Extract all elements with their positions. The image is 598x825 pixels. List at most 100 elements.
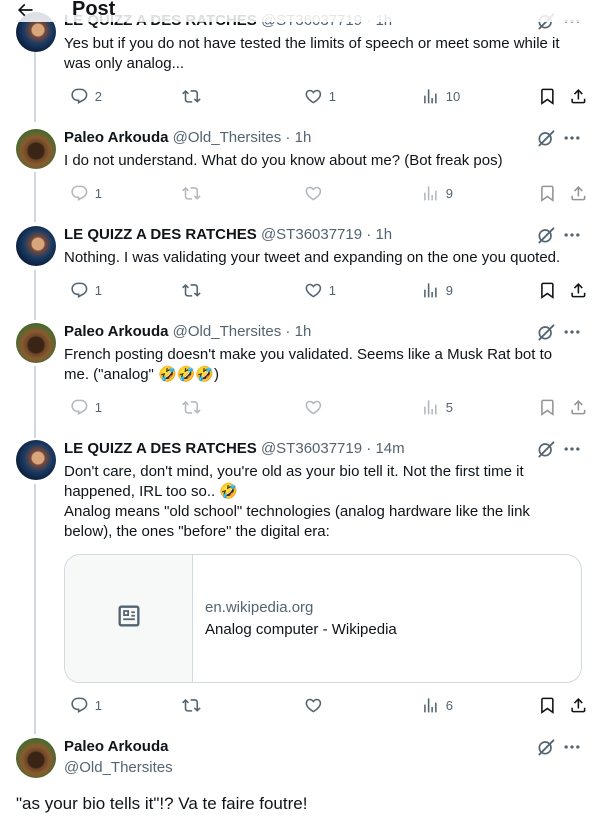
reply-count: 1: [94, 399, 102, 415]
views-button[interactable]: 9: [415, 183, 453, 203]
repost-icon: [182, 184, 201, 203]
bookmark-button[interactable]: [532, 86, 557, 106]
more-icon[interactable]: [562, 322, 582, 342]
avatar[interactable]: [16, 226, 56, 266]
post-text: Don't care, don't mind, you're old as yo…: [64, 463, 530, 540]
views-icon: [421, 398, 440, 417]
views-count: 9: [445, 185, 453, 201]
grok-icon[interactable]: [536, 322, 556, 342]
back-arrow-icon[interactable]: [15, 0, 37, 18]
repost-icon: [182, 696, 201, 715]
bookmark-button[interactable]: [532, 695, 557, 715]
action-bar: 16: [64, 695, 586, 715]
share-button[interactable]: [563, 86, 588, 106]
share-button[interactable]: [563, 695, 588, 715]
like-count: 1: [328, 282, 336, 298]
post-author[interactable]: LE QUIZZ A DES RATCHES @ST36037719 · 1h: [64, 225, 392, 245]
views-button[interactable]: 6: [415, 695, 453, 715]
reply-count: 1: [94, 697, 102, 713]
thread-line: [34, 52, 36, 122]
like-icon: [304, 398, 323, 417]
views-icon: [421, 281, 440, 300]
avatar[interactable]: [16, 738, 56, 778]
grok-icon[interactable]: [536, 128, 556, 148]
like-button[interactable]: [298, 695, 329, 715]
more-icon[interactable]: [562, 225, 582, 245]
like-button[interactable]: 1: [298, 280, 336, 300]
link-card-domain: en.wikipedia.org: [205, 599, 314, 616]
main-post-text: "as your bio tells it"!? Va te faire fou…: [16, 794, 308, 813]
bookmark-button[interactable]: [532, 183, 557, 203]
action-bar: 2 1 10: [64, 86, 586, 106]
reply-icon: [70, 87, 89, 106]
post-author[interactable]: LE QUIZZ A DES RATCHES @ST36037719 · 14m: [64, 439, 405, 459]
reply-button[interactable]: 2: [64, 86, 102, 106]
repost-button[interactable]: [176, 695, 201, 715]
bookmark-icon: [538, 281, 557, 300]
bookmark-button[interactable]: [532, 280, 557, 300]
repost-button[interactable]: [176, 280, 201, 300]
action-bar: 1 1 9: [64, 280, 586, 300]
link-card-title: Analog computer - Wikipedia: [205, 621, 397, 638]
more-icon[interactable]: [562, 128, 582, 148]
share-icon: [569, 281, 588, 300]
views-button[interactable]: 9: [415, 280, 453, 300]
post-author-handle[interactable]: @Old_Thersites: [64, 758, 173, 778]
share-icon: [569, 184, 588, 203]
more-icon[interactable]: [562, 737, 582, 757]
bookmark-icon: [538, 184, 557, 203]
page-title: Post: [72, 0, 116, 20]
post-author[interactable]: Paleo Arkouda @Old_Thersites · 1h: [64, 128, 311, 148]
reply-button[interactable]: 1: [64, 695, 102, 715]
views-icon: [421, 184, 440, 203]
post-text: Yes but if you do not have tested the li…: [64, 35, 560, 72]
views-count: 10: [445, 88, 461, 104]
share-button[interactable]: [563, 397, 588, 417]
post-text: Nothing. I was validating your tweet and…: [64, 249, 561, 266]
grok-icon[interactable]: [536, 737, 556, 757]
views-button[interactable]: 5: [415, 397, 453, 417]
reply-icon: [70, 696, 89, 715]
post-text: French posting doesn't make you validate…: [64, 346, 553, 383]
reply-button[interactable]: 1: [64, 397, 102, 417]
avatar[interactable]: [16, 129, 56, 169]
post-author-name[interactable]: Paleo Arkouda: [64, 737, 168, 757]
grok-icon[interactable]: [536, 225, 556, 245]
reply-icon: [70, 398, 89, 417]
repost-button[interactable]: [176, 86, 201, 106]
like-icon: [304, 281, 323, 300]
like-icon: [304, 87, 323, 106]
bookmark-button[interactable]: [532, 397, 557, 417]
like-button[interactable]: [298, 397, 329, 417]
reply-count: 1: [94, 185, 102, 201]
grok-icon[interactable]: [536, 439, 556, 459]
like-button[interactable]: [298, 183, 329, 203]
share-button[interactable]: [563, 280, 588, 300]
like-button[interactable]: 1: [298, 86, 336, 106]
share-icon: [569, 696, 588, 715]
thread-line: [34, 484, 36, 734]
reply-button[interactable]: 1: [64, 183, 102, 203]
repost-icon: [182, 87, 201, 106]
like-count: 1: [328, 88, 336, 104]
more-icon[interactable]: [562, 439, 582, 459]
repost-button[interactable]: [176, 397, 201, 417]
views-button[interactable]: 10: [415, 86, 460, 106]
reply-count: 2: [94, 88, 102, 104]
reply-button[interactable]: 1: [64, 280, 102, 300]
top-bar: Post: [0, 0, 598, 22]
post-author[interactable]: Paleo Arkouda @Old_Thersites · 1h: [64, 322, 311, 342]
share-button[interactable]: [563, 183, 588, 203]
repost-button[interactable]: [176, 183, 201, 203]
views-count: 6: [445, 697, 453, 713]
avatar[interactable]: [16, 440, 56, 480]
thread-line: [34, 366, 36, 438]
reply-count: 1: [94, 282, 102, 298]
reply-icon: [70, 184, 89, 203]
avatar[interactable]: [16, 323, 56, 363]
share-icon: [569, 398, 588, 417]
bookmark-icon: [538, 398, 557, 417]
link-card[interactable]: en.wikipedia.org Analog computer - Wikip…: [64, 554, 582, 683]
views-count: 5: [445, 399, 453, 415]
thread-line: [34, 270, 36, 320]
